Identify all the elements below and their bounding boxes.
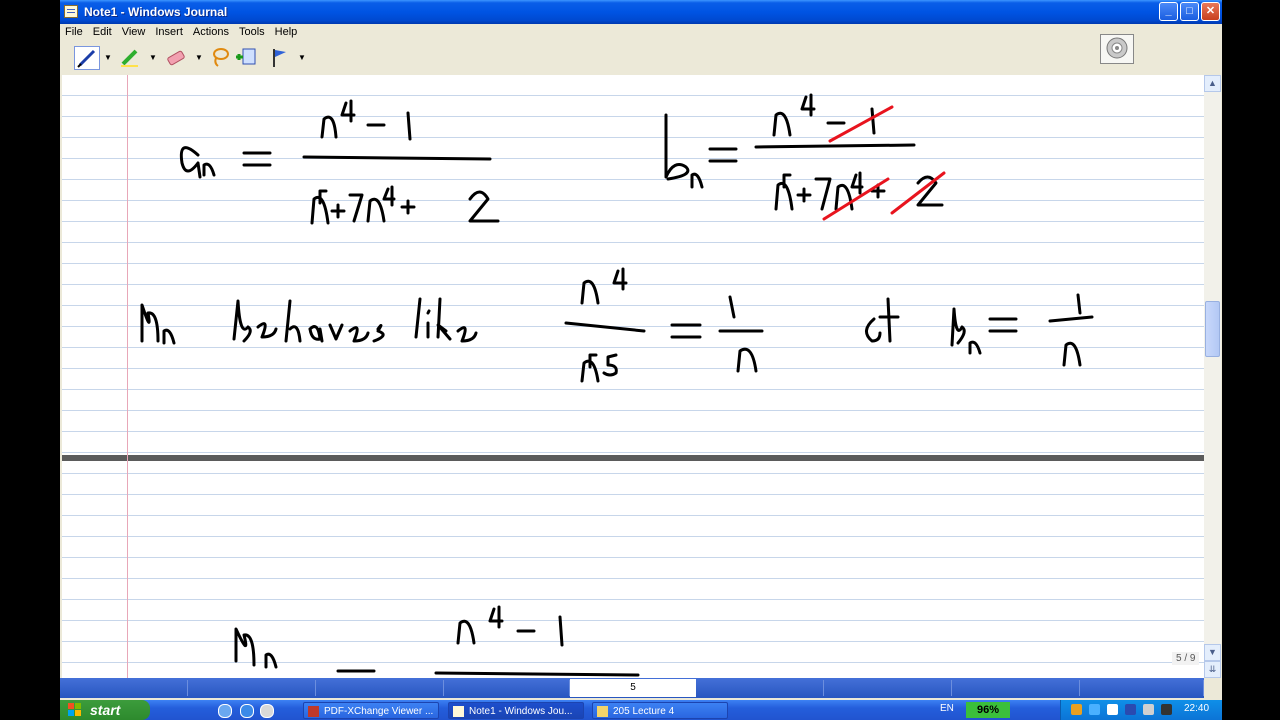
highlighter-tool-button[interactable] (118, 46, 144, 70)
maximize-button[interactable]: □ (1180, 2, 1199, 21)
journal-app-icon[interactable] (64, 5, 78, 18)
journal-window: Note1 - Windows Journal _ □ ✕ File Edit Vi… (60, 0, 1222, 720)
menu-insert[interactable]: Insert (150, 24, 188, 40)
flag-tool-button[interactable] (268, 46, 294, 70)
task-folder[interactable]: 205 Lecture 4 (592, 702, 728, 719)
taskbar: start PDF-XChange Viewer ... Note1 - Win… (60, 700, 1222, 720)
window-title: Note1 - Windows Journal (84, 5, 228, 19)
insert-space-tool-button[interactable] (234, 46, 260, 70)
language-indicator[interactable]: EN (940, 703, 954, 714)
scroll-up-button[interactable]: ▲ (1204, 75, 1221, 92)
page-navigation-bar[interactable]: 5 (60, 678, 1204, 698)
flag-icon (273, 49, 286, 67)
page-nav-segment[interactable] (60, 680, 188, 696)
quicklaunch-desktop-icon[interactable] (218, 704, 232, 718)
pdf-icon (308, 706, 319, 717)
quicklaunch-ie-icon[interactable] (240, 704, 254, 718)
page-nav-segment[interactable] (188, 680, 316, 696)
task-label: Note1 - Windows Jou... (469, 706, 573, 717)
task-pdf-xchange[interactable]: PDF-XChange Viewer ... (303, 702, 439, 719)
task-label: 205 Lecture 4 (613, 706, 675, 717)
flag-dropdown-icon[interactable]: ▼ (298, 53, 306, 62)
windows-logo-icon (68, 703, 82, 717)
note-page[interactable]: 5 / 9 (62, 75, 1204, 678)
scroll-down-button[interactable]: ▼ (1204, 644, 1221, 661)
menu-view[interactable]: View (117, 24, 151, 40)
journal-icon (453, 706, 464, 717)
tray-icon[interactable] (1107, 704, 1118, 715)
disc-button[interactable] (1100, 34, 1134, 64)
tray-icon[interactable] (1125, 704, 1136, 715)
highlighter-icon (121, 49, 138, 67)
close-button[interactable]: ✕ (1201, 2, 1220, 21)
folder-icon (597, 706, 608, 717)
menu-bar: File Edit View Insert Actions Tools Help (60, 24, 1222, 42)
page-nav-segment[interactable] (1080, 680, 1204, 696)
menu-file[interactable]: File (60, 24, 88, 40)
pen-toolbar: ▼ ▼ ▼ ▼ (60, 42, 1222, 74)
pen-dropdown-icon[interactable]: ▼ (104, 53, 112, 62)
tray-icon[interactable] (1071, 704, 1082, 715)
ink-strokes (140, 93, 1094, 677)
tray-icon[interactable] (1089, 704, 1100, 715)
eraser-tool-button[interactable] (164, 46, 190, 70)
task-windows-journal[interactable]: Note1 - Windows Jou... (448, 702, 584, 719)
page-indicator: 5 / 9 (1172, 652, 1200, 665)
menu-tools[interactable]: Tools (234, 24, 270, 40)
tray-icon[interactable] (1143, 704, 1154, 715)
current-page-segment[interactable]: 5 (570, 679, 696, 697)
cd-icon (1106, 37, 1128, 59)
minimize-button[interactable]: _ (1159, 2, 1178, 21)
pen-tool-button[interactable] (74, 46, 100, 70)
pen-icon (77, 49, 96, 68)
menu-actions[interactable]: Actions (188, 24, 234, 40)
menu-edit[interactable]: Edit (88, 24, 117, 40)
menu-help[interactable]: Help (270, 24, 303, 40)
highlighter-dropdown-icon[interactable]: ▼ (149, 53, 157, 62)
lasso-tool-button[interactable] (208, 46, 234, 70)
battery-indicator[interactable]: 96% (966, 702, 1010, 718)
handwriting-canvas (140, 93, 1094, 677)
lasso-icon (213, 48, 229, 67)
page-nav-segment[interactable] (952, 680, 1080, 696)
quicklaunch-media-icon[interactable] (260, 704, 274, 718)
page-nav-segment[interactable] (824, 680, 952, 696)
start-label: start (90, 702, 121, 718)
page-nav-segment[interactable] (316, 680, 444, 696)
eraser-icon (167, 50, 185, 66)
page-nav-segment[interactable] (444, 680, 570, 696)
task-label: PDF-XChange Viewer ... (324, 706, 434, 717)
clock[interactable]: 22:40 (1184, 703, 1209, 714)
tray-icon[interactable] (1161, 704, 1172, 715)
start-button[interactable]: start (60, 700, 150, 720)
page-nav-segment[interactable] (696, 680, 824, 696)
insert-space-icon (236, 48, 256, 65)
eraser-dropdown-icon[interactable]: ▼ (195, 53, 203, 62)
vertical-scrollbar[interactable]: ▲ ▼ ⇊ (1204, 75, 1221, 678)
scroll-thumb[interactable] (1205, 301, 1220, 357)
title-bar[interactable]: Note1 - Windows Journal _ □ ✕ (60, 0, 1222, 24)
scroll-page-down-button[interactable]: ⇊ (1204, 661, 1221, 678)
